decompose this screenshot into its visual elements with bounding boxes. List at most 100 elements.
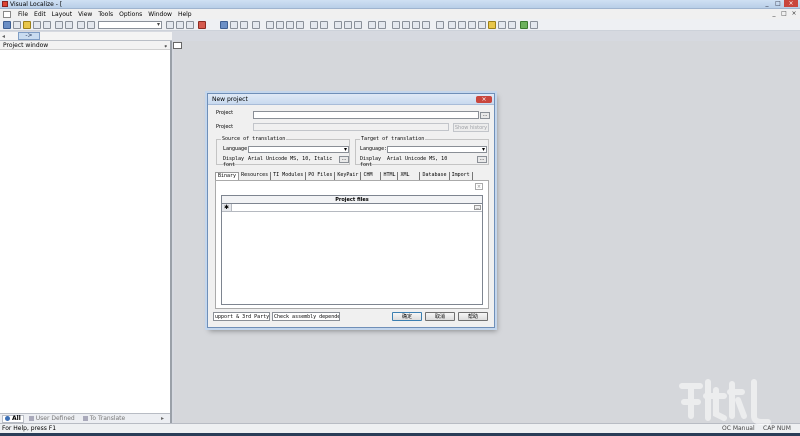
undo-icon[interactable]	[77, 21, 85, 29]
tab-ti-modules[interactable]: TI Modules	[271, 172, 307, 180]
menu-help[interactable]: Help	[175, 10, 195, 19]
replace-icon[interactable]	[176, 21, 184, 29]
redo-icon[interactable]	[87, 21, 95, 29]
validate-icon[interactable]	[458, 21, 466, 29]
filter-icon[interactable]	[230, 21, 238, 29]
menu-file[interactable]: File	[15, 10, 31, 19]
open-icon[interactable]	[13, 21, 21, 29]
save-icon[interactable]	[33, 21, 41, 29]
tab-user-defined[interactable]: User Defined	[26, 415, 78, 423]
toolbar-combo[interactable]	[98, 21, 162, 29]
menu-edit[interactable]: Edit	[31, 10, 49, 19]
tab-to-translate[interactable]: To Translate	[80, 415, 128, 423]
tab-po-files[interactable]: PO Files	[306, 172, 336, 180]
all-icon	[5, 416, 10, 421]
tab-xml[interactable]: XML	[398, 172, 421, 180]
tab-import[interactable]: Import	[450, 172, 473, 180]
scroll-right-icon[interactable]: ▸	[161, 415, 168, 422]
align-right-icon[interactable]	[286, 21, 294, 29]
mdi-child-icon[interactable]	[173, 42, 182, 49]
translate-icon[interactable]	[252, 21, 260, 29]
align-center-icon[interactable]	[276, 21, 284, 29]
tab-all[interactable]: All	[2, 414, 24, 423]
mdi-minimize-button[interactable]: _	[770, 10, 778, 17]
pencil-icon[interactable]	[508, 21, 516, 29]
stop-icon[interactable]	[468, 21, 476, 29]
spell-check-icon[interactable]	[520, 21, 528, 29]
align-top-icon[interactable]	[296, 21, 304, 29]
tab-order-icon[interactable]	[412, 21, 420, 29]
window-controls: _ □ ×	[762, 0, 798, 8]
space-vertical-icon[interactable]	[378, 21, 386, 29]
remove-file-button[interactable]: ×	[475, 183, 483, 190]
unlock-icon[interactable]	[498, 21, 506, 29]
browse-button[interactable]: ...	[480, 112, 490, 119]
tab-chm[interactable]: CHM	[361, 172, 382, 180]
ok-button[interactable]: 确定	[392, 312, 422, 321]
align-middle-icon[interactable]	[310, 21, 318, 29]
same-size-icon[interactable]	[354, 21, 362, 29]
project-files-grid: Project files ✱ ...	[221, 195, 483, 305]
align-left-icon[interactable]	[266, 21, 274, 29]
import-type-tabs: Binary Resources TI Modules PO Files Key…	[215, 172, 473, 180]
close-button[interactable]: ×	[784, 0, 798, 7]
menu-tools[interactable]: Tools	[95, 10, 116, 19]
tab-resources[interactable]: Resources	[239, 172, 272, 180]
center-vertical-icon[interactable]	[402, 21, 410, 29]
dialog-close-button[interactable]: ×	[476, 96, 492, 103]
target-language-select[interactable]	[387, 146, 487, 153]
same-height-icon[interactable]	[344, 21, 352, 29]
maximize-button[interactable]: □	[773, 0, 783, 7]
mdi-close-button[interactable]: ×	[790, 10, 798, 17]
tab-binary[interactable]: Binary	[215, 172, 240, 180]
folder-icon[interactable]	[23, 21, 31, 29]
project-tabstrip: ◂ ->	[0, 32, 172, 41]
minimize-button[interactable]: _	[762, 0, 772, 7]
test-dialog-icon[interactable]	[436, 21, 444, 29]
menu-view[interactable]: View	[75, 10, 95, 19]
new-icon[interactable]	[3, 21, 11, 29]
check-icon[interactable]	[478, 21, 486, 29]
cut-icon[interactable]	[55, 21, 63, 29]
project-input[interactable]	[253, 111, 479, 119]
tab-html[interactable]: HTML	[381, 172, 399, 180]
menu-layout[interactable]: Layout	[49, 10, 75, 19]
tab-database[interactable]: Database	[420, 172, 450, 180]
mdi-restore-button[interactable]: □	[780, 10, 788, 17]
add-file-button[interactable]: ...	[474, 205, 481, 210]
cancel-button[interactable]: 取消	[425, 312, 455, 321]
pointer-icon[interactable]	[448, 21, 456, 29]
project-path-input[interactable]	[253, 123, 449, 131]
menu-options[interactable]: Options	[116, 10, 145, 19]
center-horizontal-icon[interactable]	[392, 21, 400, 29]
copy-icon[interactable]	[65, 21, 73, 29]
check-assembly-option[interactable]: Check assembly dependencies	[272, 312, 340, 321]
source-language-select[interactable]	[248, 146, 349, 153]
scroll-left-icon[interactable]: ◂	[2, 33, 5, 40]
document-icon[interactable]	[3, 10, 11, 18]
grid-icon[interactable]	[422, 21, 430, 29]
same-width-icon[interactable]	[334, 21, 342, 29]
pin-icon[interactable]: ᵩ	[165, 41, 168, 50]
help-button[interactable]: 帮助	[458, 312, 488, 321]
project-tab[interactable]: ->	[18, 32, 40, 40]
bookmark-icon[interactable]	[198, 21, 206, 29]
source-language-label: Language:	[223, 146, 251, 152]
third-party-dll-option[interactable]: upport & 3rd Party DLL	[213, 312, 270, 321]
align-bottom-icon[interactable]	[320, 21, 328, 29]
find-icon[interactable]	[166, 21, 174, 29]
space-horizontal-icon[interactable]	[368, 21, 376, 29]
lock-icon[interactable]	[488, 21, 496, 29]
link-icon[interactable]	[186, 21, 194, 29]
help-icon[interactable]	[530, 21, 538, 29]
save-all-icon[interactable]	[43, 21, 51, 29]
target-font-button[interactable]: ...	[477, 156, 487, 163]
source-display-label: Display font	[223, 156, 245, 168]
source-font-button[interactable]: ...	[339, 156, 349, 163]
sort-icon[interactable]	[240, 21, 248, 29]
menu-window[interactable]: Window	[145, 10, 175, 19]
table-row[interactable]: ✱ ...	[222, 204, 482, 212]
tab-keypair[interactable]: KeyPair	[335, 172, 362, 180]
show-history-button[interactable]: Show history	[453, 123, 489, 132]
globe-icon[interactable]	[220, 21, 228, 29]
